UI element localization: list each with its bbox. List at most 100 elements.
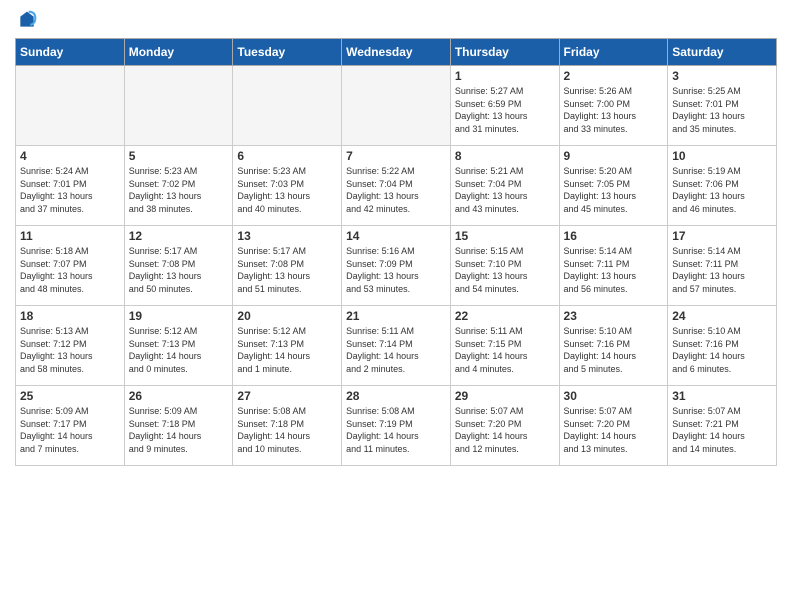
day-info: Sunrise: 5:17 AM Sunset: 7:08 PM Dayligh… (237, 245, 337, 295)
calendar-cell: 16 Sunrise: 5:14 AM Sunset: 7:11 PM Dayli… (559, 226, 668, 306)
weekday-header-monday: Monday (124, 39, 233, 66)
day-info: Sunrise: 5:12 AM Sunset: 7:13 PM Dayligh… (237, 325, 337, 375)
weekday-header-sunday: Sunday (16, 39, 125, 66)
day-info: Sunrise: 5:11 AM Sunset: 7:14 PM Dayligh… (346, 325, 446, 375)
day-number: 14 (346, 229, 446, 243)
day-number: 15 (455, 229, 555, 243)
day-info: Sunrise: 5:21 AM Sunset: 7:04 PM Dayligh… (455, 165, 555, 215)
calendar-cell: 14 Sunrise: 5:16 AM Sunset: 7:09 PM Dayli… (342, 226, 451, 306)
calendar-cell: 13 Sunrise: 5:17 AM Sunset: 7:08 PM Dayli… (233, 226, 342, 306)
week-row-4: 18Sunrise: 5:13 AM Sunset: 7:12 PM Dayli… (16, 306, 777, 386)
weekday-header-row: SundayMondayTuesdayWednesdayThursdayFrid… (16, 39, 777, 66)
calendar-cell: 17 Sunrise: 5:14 AM Sunset: 7:11 PM Dayli… (668, 226, 777, 306)
day-info: Sunrise: 5:24 AM Sunset: 7:01 PM Dayligh… (20, 165, 120, 215)
calendar-cell: 11 Sunrise: 5:18 AM Sunset: 7:07 PM Dayli… (16, 226, 125, 306)
day-number: 24 (672, 309, 772, 323)
week-row-1: 1 Sunrise: 5:27 AM Sunset: 6:59 PM Daylig… (16, 66, 777, 146)
day-number: 9 (564, 149, 664, 163)
calendar-cell (233, 66, 342, 146)
day-info: Sunrise: 5:09 AM Sunset: 7:18 PM Dayligh… (129, 405, 229, 455)
day-info: Sunrise: 5:25 AM Sunset: 7:01 PM Dayligh… (672, 85, 772, 135)
calendar-cell: 4 Sunrise: 5:24 AM Sunset: 7:01 PM Daylig… (16, 146, 125, 226)
calendar-cell: 27 Sunrise: 5:08 AM Sunset: 7:18 PM Dayli… (233, 386, 342, 466)
calendar-cell (342, 66, 451, 146)
day-info: Sunrise: 5:17 AM Sunset: 7:08 PM Dayligh… (129, 245, 229, 295)
day-number: 27 (237, 389, 337, 403)
day-number: 4 (20, 149, 120, 163)
day-number: 23 (564, 309, 664, 323)
calendar-cell: 26 Sunrise: 5:09 AM Sunset: 7:18 PM Dayli… (124, 386, 233, 466)
calendar-cell: 15 Sunrise: 5:15 AM Sunset: 7:10 PM Dayli… (450, 226, 559, 306)
day-number: 21 (346, 309, 446, 323)
calendar-cell: 2Sunrise: 5:26 AM Sunset: 7:00 PM Daylig… (559, 66, 668, 146)
week-row-2: 4 Sunrise: 5:24 AM Sunset: 7:01 PM Daylig… (16, 146, 777, 226)
day-info: Sunrise: 5:20 AM Sunset: 7:05 PM Dayligh… (564, 165, 664, 215)
calendar-cell: 3 Sunrise: 5:25 AM Sunset: 7:01 PM Daylig… (668, 66, 777, 146)
day-info: Sunrise: 5:13 AM Sunset: 7:12 PM Dayligh… (20, 325, 120, 375)
calendar-cell: 18Sunrise: 5:13 AM Sunset: 7:12 PM Dayli… (16, 306, 125, 386)
day-number: 28 (346, 389, 446, 403)
day-number: 7 (346, 149, 446, 163)
weekday-header-wednesday: Wednesday (342, 39, 451, 66)
day-number: 19 (129, 309, 229, 323)
calendar-cell: 10 Sunrise: 5:19 AM Sunset: 7:06 PM Dayli… (668, 146, 777, 226)
day-number: 13 (237, 229, 337, 243)
weekday-header-tuesday: Tuesday (233, 39, 342, 66)
day-number: 1 (455, 69, 555, 83)
calendar-cell: 7 Sunrise: 5:22 AM Sunset: 7:04 PM Daylig… (342, 146, 451, 226)
calendar-cell: 1 Sunrise: 5:27 AM Sunset: 6:59 PM Daylig… (450, 66, 559, 146)
day-number: 31 (672, 389, 772, 403)
day-info: Sunrise: 5:22 AM Sunset: 7:04 PM Dayligh… (346, 165, 446, 215)
day-number: 6 (237, 149, 337, 163)
day-number: 17 (672, 229, 772, 243)
day-info: Sunrise: 5:18 AM Sunset: 7:07 PM Dayligh… (20, 245, 120, 295)
calendar-cell: 19Sunrise: 5:12 AM Sunset: 7:13 PM Dayli… (124, 306, 233, 386)
day-info: Sunrise: 5:08 AM Sunset: 7:18 PM Dayligh… (237, 405, 337, 455)
day-info: Sunrise: 5:14 AM Sunset: 7:11 PM Dayligh… (564, 245, 664, 295)
day-number: 20 (237, 309, 337, 323)
day-info: Sunrise: 5:10 AM Sunset: 7:16 PM Dayligh… (672, 325, 772, 375)
day-info: Sunrise: 5:15 AM Sunset: 7:10 PM Dayligh… (455, 245, 555, 295)
calendar-cell: 22 Sunrise: 5:11 AM Sunset: 7:15 PM Dayli… (450, 306, 559, 386)
logo-icon (17, 10, 37, 30)
calendar-cell (124, 66, 233, 146)
day-info: Sunrise: 5:14 AM Sunset: 7:11 PM Dayligh… (672, 245, 772, 295)
day-info: Sunrise: 5:27 AM Sunset: 6:59 PM Dayligh… (455, 85, 555, 135)
header (15, 10, 777, 30)
day-number: 22 (455, 309, 555, 323)
day-info: Sunrise: 5:07 AM Sunset: 7:21 PM Dayligh… (672, 405, 772, 455)
weekday-header-thursday: Thursday (450, 39, 559, 66)
day-info: Sunrise: 5:11 AM Sunset: 7:15 PM Dayligh… (455, 325, 555, 375)
day-info: Sunrise: 5:07 AM Sunset: 7:20 PM Dayligh… (455, 405, 555, 455)
page: SundayMondayTuesdayWednesdayThursdayFrid… (0, 0, 792, 476)
calendar-cell: 21 Sunrise: 5:11 AM Sunset: 7:14 PM Dayli… (342, 306, 451, 386)
day-number: 11 (20, 229, 120, 243)
day-info: Sunrise: 5:26 AM Sunset: 7:00 PM Dayligh… (564, 85, 664, 135)
calendar-cell: 5 Sunrise: 5:23 AM Sunset: 7:02 PM Daylig… (124, 146, 233, 226)
weekday-header-friday: Friday (559, 39, 668, 66)
logo (15, 10, 37, 30)
calendar-cell: 25 Sunrise: 5:09 AM Sunset: 7:17 PM Dayli… (16, 386, 125, 466)
day-number: 10 (672, 149, 772, 163)
weekday-header-saturday: Saturday (668, 39, 777, 66)
calendar-cell: 24 Sunrise: 5:10 AM Sunset: 7:16 PM Dayli… (668, 306, 777, 386)
day-number: 16 (564, 229, 664, 243)
calendar-cell: 8Sunrise: 5:21 AM Sunset: 7:04 PM Daylig… (450, 146, 559, 226)
day-number: 3 (672, 69, 772, 83)
day-number: 26 (129, 389, 229, 403)
calendar-cell: 23Sunrise: 5:10 AM Sunset: 7:16 PM Dayli… (559, 306, 668, 386)
day-info: Sunrise: 5:09 AM Sunset: 7:17 PM Dayligh… (20, 405, 120, 455)
day-info: Sunrise: 5:07 AM Sunset: 7:20 PM Dayligh… (564, 405, 664, 455)
day-info: Sunrise: 5:08 AM Sunset: 7:19 PM Dayligh… (346, 405, 446, 455)
calendar-cell: 31 Sunrise: 5:07 AM Sunset: 7:21 PM Dayli… (668, 386, 777, 466)
calendar-cell: 29 Sunrise: 5:07 AM Sunset: 7:20 PM Dayli… (450, 386, 559, 466)
day-number: 25 (20, 389, 120, 403)
day-number: 29 (455, 389, 555, 403)
day-number: 5 (129, 149, 229, 163)
calendar: SundayMondayTuesdayWednesdayThursdayFrid… (15, 38, 777, 466)
day-info: Sunrise: 5:16 AM Sunset: 7:09 PM Dayligh… (346, 245, 446, 295)
day-info: Sunrise: 5:19 AM Sunset: 7:06 PM Dayligh… (672, 165, 772, 215)
day-number: 12 (129, 229, 229, 243)
day-info: Sunrise: 5:23 AM Sunset: 7:02 PM Dayligh… (129, 165, 229, 215)
calendar-cell: 20 Sunrise: 5:12 AM Sunset: 7:13 PM Dayli… (233, 306, 342, 386)
